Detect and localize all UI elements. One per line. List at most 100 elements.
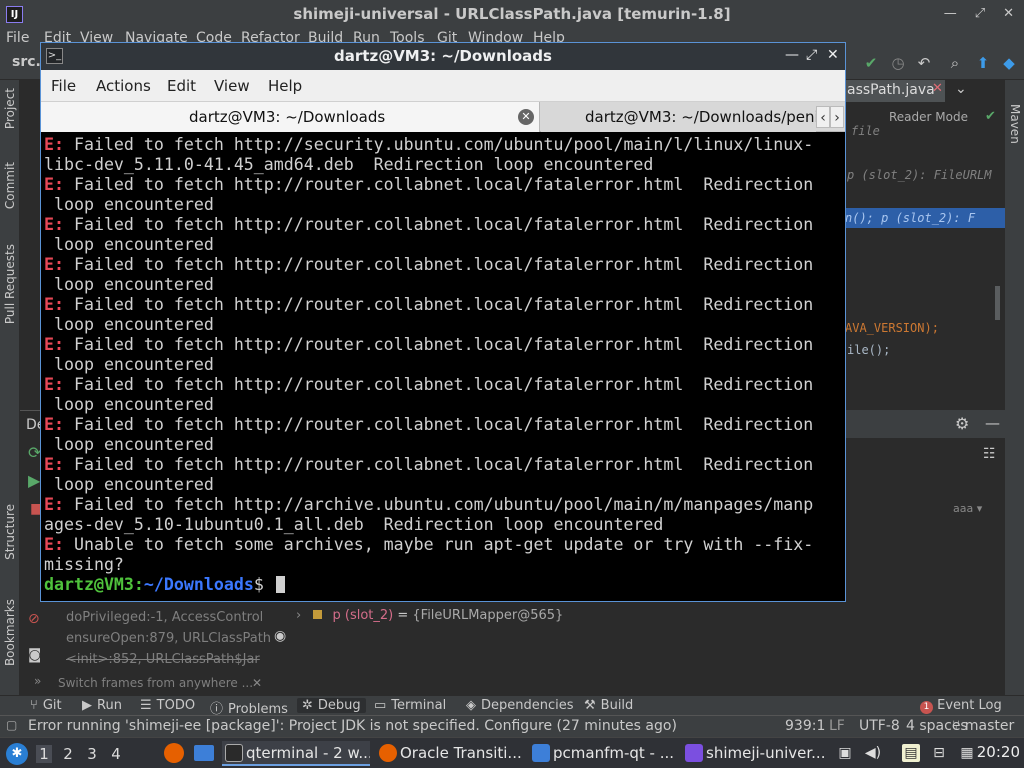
build-hammer-icon[interactable]: ✔ [862,54,880,72]
terminal-output[interactable]: E: Failed to fetch http://security.ubunt… [44,135,816,597]
debug-tool-tab[interactable]: ✲ Debug [297,698,366,713]
layout-icon[interactable]: ☷ [983,446,996,462]
expand-chevron-icon[interactable]: › [296,608,301,623]
error-prefix: E: [44,455,64,474]
error-prefix: E: [44,335,64,354]
workspace-4[interactable]: 4 [108,745,124,763]
pull-requests-tool-tab[interactable]: Pull Requests [0,240,20,340]
desktop-taskbar: ✱ 1 2 3 4 qterminal - 2 w... Oracle Tran… [0,737,1024,768]
terminal-line-text: loop encountered [44,435,214,454]
frame-item[interactable]: ensureOpen:879, URLClassPath [66,631,271,646]
mute-breakpoints-icon[interactable]: ⊘ [28,611,40,627]
undo-icon[interactable]: ↶ [915,54,933,72]
terminal-line: loop encountered [44,475,816,495]
status-panel-icon[interactable]: ▢ [6,718,17,732]
search-icon[interactable]: ⌕ [946,54,964,72]
breadcrumb[interactable]: src. [12,54,41,70]
terminal-title-bar[interactable]: >_ dartz@VM3: ~/Downloads — ⤢ ✕ [41,43,845,70]
watch-icon[interactable]: ◉ [274,628,286,644]
menu-actions[interactable]: Actions [96,77,151,95]
workspace-2[interactable]: 2 [60,745,76,763]
task-intellij[interactable]: shimeji-univer... [682,741,830,766]
event-log-tab[interactable]: 1 Event Log [920,698,1002,714]
start-menu-icon[interactable]: ✱ [6,743,28,765]
terminal-tab-2[interactable]: dartz@VM3: ~/Downloads/penis/i [541,102,816,132]
tab-scroll-right-icon[interactable]: › [830,106,844,128]
ide-menu-file[interactable]: File [6,30,29,46]
editor-tab[interactable]: assPath.java ✕ [845,80,945,102]
project-tool-tab[interactable]: Project [0,80,20,142]
code-editor[interactable]: assPath.java ✕ ⌄ Reader Mode ✔ file p (s… [845,80,1005,410]
terminal-line: loop encountered [44,275,816,295]
menu-edit[interactable]: Edit [167,77,196,95]
close-button[interactable]: ✕ [827,47,839,63]
tabs-dropdown-icon[interactable]: ⌄ [955,81,967,97]
terminal-line-text: Failed to fetch http://router.collabnet.… [63,175,814,194]
terminal-line: loop encountered [44,235,816,255]
ide-window-title: shimeji-universal - URLClassPath.java [t… [293,5,731,23]
minimize-button[interactable]: — [785,47,799,63]
task-qterminal[interactable]: qterminal - 2 w... [222,741,370,766]
file-encoding[interactable]: UTF-8 [859,718,900,734]
build-tool-tab[interactable]: ⚒ Build [584,698,633,713]
structure-tool-tab[interactable]: Structure [0,500,20,580]
close-tab-icon[interactable]: ✕ [518,109,534,125]
ide-left-tool-strip: Project Commit Pull Requests Structure B… [0,80,20,695]
expand-more-icon[interactable]: » [34,674,41,688]
clock[interactable]: 20:20 [977,743,1020,761]
variable-row[interactable]: › p (slot_2) = {FileURLMapper@565} [296,608,563,623]
volume-icon[interactable]: ◀) [864,744,882,762]
maven-tool-tab[interactable]: Maven [1005,100,1024,170]
network-icon[interactable]: ⊟ [930,744,948,762]
shell-prompt[interactable]: dartz@VM3:~/Downloads$ [44,575,816,595]
firefox-launcher-icon[interactable] [164,743,184,763]
git-tool-tab[interactable]: ⑂ Git [30,698,62,713]
update-icon[interactable]: ⬆ [974,54,992,72]
git-branch[interactable]: ⑂ master [952,718,1014,734]
terminal-menu-bar: File Actions Edit View Help [41,70,845,102]
notifications-icon[interactable]: ▦ [958,744,976,762]
task-firefox[interactable]: Oracle Transiti... [376,741,524,766]
file-manager-launcher-icon[interactable] [194,745,214,761]
ide-minimize-button[interactable]: — [944,6,957,21]
bookmarks-tool-tab[interactable]: Bookmarks [0,595,20,685]
frames-list[interactable]: doPrivileged:-1, AccessControl ensureOpe… [34,600,271,695]
terminal-tool-tab[interactable]: ▭ Terminal [374,698,446,713]
ide-close-button[interactable]: ✕ [1003,6,1014,21]
frame-item[interactable]: <init>:852, URLClassPath$Jar [66,652,260,667]
terminal-scrollbar[interactable] [818,132,845,601]
maximize-button[interactable]: ⤢ [806,47,817,63]
ide-maximize-button[interactable]: ⤢ [975,6,985,21]
tab-scroll-left-icon[interactable]: ‹ [816,106,830,128]
jetbrains-icon[interactable]: ◆ [1000,54,1018,72]
minimize-panel-icon[interactable]: — [985,414,1000,432]
menu-file[interactable]: File [51,77,76,95]
resume-icon[interactable]: ▶ [28,471,40,490]
stop-icon[interactable]: ◷ [889,54,907,72]
code-line: p (slot_2): FileURLM [847,168,992,182]
close-icon[interactable]: ✕ [932,81,943,96]
close-hint-icon[interactable]: ✕ [252,676,262,690]
commit-tool-tab[interactable]: Commit [0,158,20,220]
editor-scrollbar[interactable] [995,286,1000,320]
status-message[interactable]: Error running 'shimeji-ee [package]': Pr… [28,718,677,734]
frame-item[interactable]: doPrivileged:-1, AccessControl [66,610,263,625]
task-pcmanfm[interactable]: pcmanfm-qt - ... [529,741,677,766]
run-tool-tab[interactable]: ▶ Run [82,698,122,713]
menu-help[interactable]: Help [268,77,302,95]
settings-gear-icon[interactable]: ⚙ [955,414,969,433]
todo-tool-tab[interactable]: ☰ TODO [140,698,195,713]
reader-mode-toggle[interactable]: Reader Mode [889,110,968,124]
frames-dropdown[interactable]: ааа ▾ [953,502,982,515]
menu-view[interactable]: View [214,77,250,95]
terminal-line-text: Failed to fetch http://router.collabnet.… [63,335,814,354]
caret-position[interactable]: 939:1 [785,718,825,734]
terminal-line: E: Failed to fetch http://router.collabn… [44,215,816,235]
workspace-3[interactable]: 3 [84,745,100,763]
dependencies-tool-tab[interactable]: ◈ Dependencies [466,698,574,713]
workspace-1[interactable]: 1 [36,745,52,763]
tray-keyboard-icon[interactable]: ▣ [836,744,854,762]
line-separator[interactable]: LF [829,718,845,734]
terminal-tab-1[interactable]: dartz@VM3: ~/Downloads ✕ [41,102,540,132]
clipboard-icon[interactable]: ▤ [902,744,920,762]
